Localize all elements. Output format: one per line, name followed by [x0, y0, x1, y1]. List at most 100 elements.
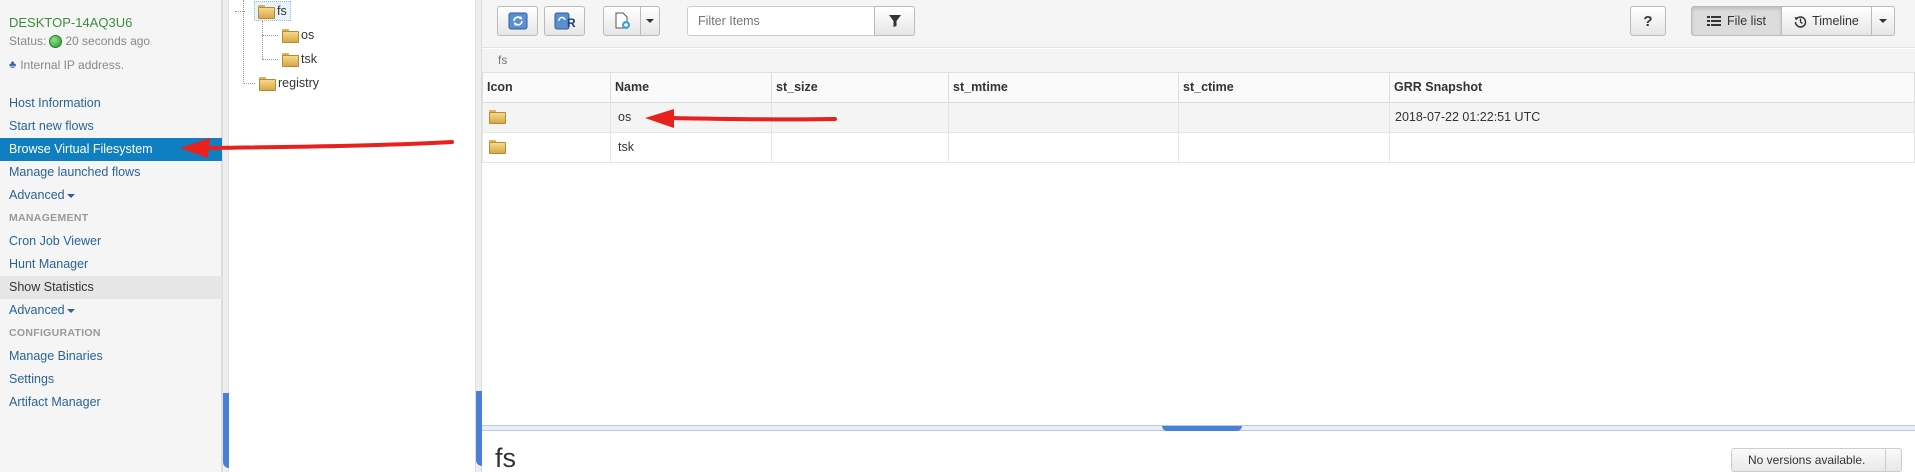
cell-st-mtime — [948, 101, 1179, 133]
file-menu-toggle[interactable] — [640, 6, 660, 36]
caret-down-icon — [1879, 19, 1887, 23]
nav-item-host-information[interactable]: Host Information — [0, 92, 222, 115]
cell-name[interactable]: tsk — [610, 131, 772, 163]
file-table: Icon Name st_size st_mtime st_ctime GRR … — [482, 73, 1915, 163]
toolbar: R ? — [482, 0, 1915, 48]
nav-item-browse-virtual-filesystem[interactable]: Browse Virtual Filesystem — [0, 138, 222, 161]
file-list-button[interactable]: File list — [1691, 6, 1782, 36]
recursive-refresh-icon: R — [554, 12, 576, 30]
cell-name[interactable]: os — [610, 101, 772, 133]
column-header-st-ctime[interactable]: st_ctime — [1178, 73, 1390, 103]
column-header-st-size[interactable]: st_size — [771, 73, 949, 103]
tree-node-label: os — [301, 28, 315, 42]
folder-icon — [282, 29, 299, 43]
nav-item-label: Cron Job Viewer — [9, 234, 102, 248]
nav-item-artifact-manager[interactable]: Artifact Manager — [0, 391, 222, 414]
cell-st-size — [771, 131, 949, 163]
tree-node-os[interactable]: os — [282, 25, 314, 45]
versions-label: No versions available. — [1748, 453, 1866, 467]
nav-item-label: Advanced — [9, 303, 65, 317]
nav-item-manage-launched-flows[interactable]: Manage launched flows — [0, 161, 222, 184]
caret-down-icon — [66, 308, 75, 313]
file-list-label: File list — [1727, 14, 1766, 28]
nav-item-label: Settings — [9, 372, 55, 386]
tree-node-label: fs — [277, 4, 287, 18]
nav-item-start-new-flows[interactable]: Start new flows — [0, 115, 222, 138]
tree-line — [262, 59, 278, 60]
app-root: DESKTOP-14AQ3U6 Status: 20 seconds ago ♣… — [0, 0, 1915, 472]
recursive-refresh-button[interactable]: R — [544, 6, 585, 36]
table-header-row: Icon Name st_size st_mtime st_ctime GRR … — [482, 73, 1915, 103]
breadcrumb: fs — [482, 49, 1915, 73]
left-nav: DESKTOP-14AQ3U6 Status: 20 seconds ago ♣… — [0, 0, 222, 472]
nav-item-label: Hunt Manager — [9, 257, 89, 271]
status-label: Status: — [9, 34, 47, 48]
tree-node-registry[interactable]: registry — [259, 73, 319, 93]
folder-icon — [489, 139, 507, 154]
versions-select[interactable]: No versions available. — [1731, 448, 1902, 472]
host-name: DESKTOP-14AQ3U6 — [9, 15, 133, 30]
column-header-name[interactable]: Name — [610, 73, 772, 103]
nav-item-label: Manage launched flows — [9, 165, 141, 179]
section-label: CONFIGURATION — [9, 327, 101, 339]
tree-node-label: tsk — [301, 52, 317, 66]
column-header-grr-snapshot[interactable]: GRR Snapshot — [1389, 73, 1915, 103]
tree-line — [262, 21, 263, 59]
filter-icon — [888, 15, 901, 27]
filter-button[interactable] — [874, 6, 915, 36]
table-row[interactable]: tsk — [482, 131, 1915, 163]
network-icon: ♣ — [9, 59, 17, 71]
nav-list: Host Information Start new flows Browse … — [0, 92, 222, 414]
nav-item-show-statistics[interactable]: Show Statistics — [0, 276, 222, 299]
section-configuration: CONFIGURATION — [0, 322, 222, 345]
nav-item-cron-job-viewer[interactable]: Cron Job Viewer — [0, 230, 222, 253]
nav-item-label: Manage Binaries — [9, 349, 103, 363]
ip-text: Internal IP address. — [20, 58, 125, 72]
nav-item-advanced-dropdown-2[interactable]: Advanced — [0, 299, 222, 322]
cell-icon — [482, 131, 611, 163]
file-add-icon — [615, 12, 630, 29]
section-management: MANAGEMENT — [0, 207, 222, 230]
timeline-button[interactable]: Timeline — [1781, 6, 1872, 36]
column-header-icon[interactable]: Icon — [482, 73, 611, 103]
cell-st-mtime — [948, 131, 1179, 163]
nav-item-hunt-manager[interactable]: Hunt Manager — [0, 253, 222, 276]
cell-icon — [482, 101, 611, 133]
tree-node-fs[interactable]: fs — [254, 1, 291, 21]
folder-icon — [489, 109, 507, 124]
caret-down-icon — [66, 193, 75, 198]
nav-item-settings[interactable]: Settings — [0, 368, 222, 391]
tree-node-tsk[interactable]: tsk — [282, 49, 317, 69]
new-file-button[interactable] — [603, 6, 641, 36]
column-header-st-mtime[interactable]: st_mtime — [948, 73, 1179, 103]
folder-open-icon — [258, 5, 275, 19]
file-tree: fs os tsk registry — [229, 0, 475, 472]
details-title: fs — [495, 443, 517, 472]
history-icon — [1794, 15, 1807, 28]
refresh-button[interactable] — [497, 6, 538, 36]
nav-splitter[interactable] — [222, 0, 229, 472]
splitter-handle[interactable] — [1162, 426, 1242, 431]
tree-line — [243, 83, 255, 84]
nav-item-label: Start new flows — [9, 119, 94, 133]
help-button[interactable]: ? — [1630, 6, 1666, 36]
status-time: 20 seconds ago — [65, 34, 151, 48]
svg-text:R: R — [567, 16, 576, 30]
details-splitter[interactable] — [482, 425, 1915, 431]
filter-input[interactable] — [687, 6, 875, 36]
tree-node-label: registry — [278, 76, 319, 90]
folder-icon — [259, 77, 276, 91]
nav-item-label: Advanced — [9, 188, 65, 202]
table-row[interactable]: os 2018-07-22 01:22:51 UTC — [482, 101, 1915, 133]
host-ip: ♣ Internal IP address. — [9, 58, 124, 72]
list-icon — [1707, 16, 1722, 26]
dropdown-toggle[interactable] — [1885, 449, 1901, 471]
folder-icon — [282, 53, 299, 67]
nav-item-advanced-dropdown[interactable]: Advanced — [0, 184, 222, 207]
help-icon: ? — [1643, 12, 1653, 30]
cell-st-ctime — [1178, 101, 1390, 133]
tree-splitter[interactable] — [475, 0, 482, 472]
nav-item-manage-binaries[interactable]: Manage Binaries — [0, 345, 222, 368]
cell-grr-snapshot — [1389, 131, 1915, 163]
view-menu-toggle[interactable] — [1871, 6, 1895, 36]
